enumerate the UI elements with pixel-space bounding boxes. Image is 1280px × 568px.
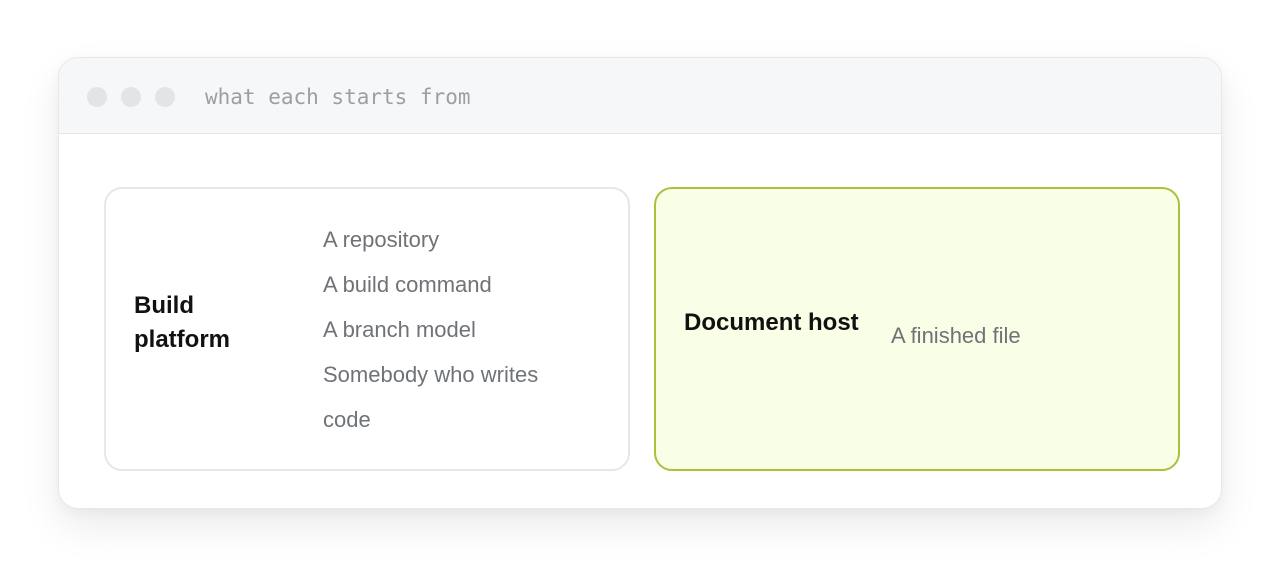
window-control-dot-1[interactable]	[87, 87, 107, 107]
list-item: A repository	[323, 227, 440, 252]
build-platform-requirements: A repository A build command A branch mo…	[323, 217, 583, 442]
list-item: A branch model	[323, 317, 476, 342]
document-host-title: Document host	[684, 309, 859, 336]
build-platform-title: Build platform	[134, 292, 230, 353]
window-titlebar: what each starts from	[59, 58, 1221, 134]
document-host-card: Document host A finished file	[654, 187, 1180, 471]
list-item: A build command	[323, 272, 492, 297]
window-title: what each starts from	[205, 85, 471, 109]
document-host-requirements: A finished file	[891, 313, 1151, 358]
window-control-dot-2[interactable]	[121, 87, 141, 107]
list-item: A finished file	[891, 323, 1021, 348]
comparison-window: what each starts from Build platform A r…	[58, 57, 1222, 509]
window-control-dot-3[interactable]	[155, 87, 175, 107]
build-platform-card: Build platform A repository A build comm…	[104, 187, 630, 471]
list-item: Somebody who writes code	[323, 362, 539, 432]
